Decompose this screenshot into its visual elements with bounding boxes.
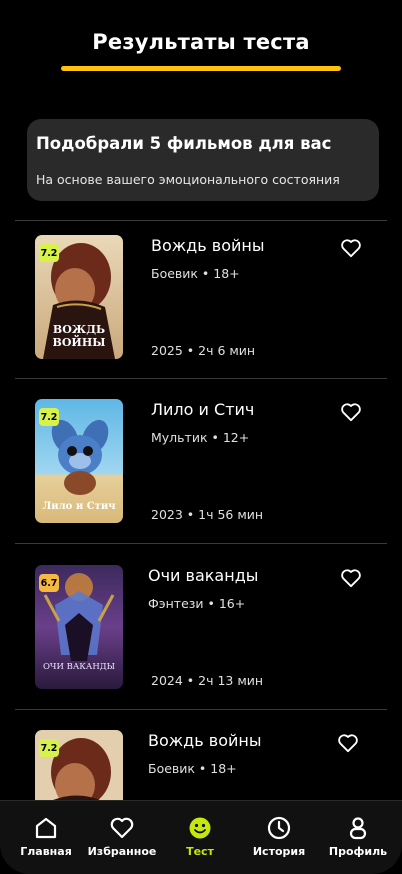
- heart-outline-icon[interactable]: [340, 402, 362, 422]
- divider: [15, 709, 387, 710]
- person-icon: [349, 817, 367, 840]
- results-screen: Результаты теста Подобрали 5 фильмов для…: [0, 0, 402, 874]
- svg-text:Лило и Стич: Лило и Стич: [42, 501, 115, 512]
- nav-label: Тест: [186, 845, 214, 858]
- nav-label: Избранное: [87, 845, 157, 858]
- summary-subtitle: На основе вашего эмоционального состояни…: [36, 172, 340, 187]
- rating-badge: 6.7: [39, 574, 59, 592]
- movie-meta: 2024 • 2ч 13 мин: [151, 673, 264, 688]
- title-underline: [61, 66, 341, 71]
- svg-text:ВОЙНЫ: ВОЙНЫ: [53, 334, 106, 349]
- movie-item[interactable]: ВОЖДЬ ВОЙНЫ 7.2 Вождь войны Боевик • 18+…: [0, 220, 402, 384]
- movie-title[interactable]: Вождь войны: [148, 731, 261, 750]
- nav-item-home[interactable]: Главная: [6, 815, 86, 858]
- nav-item-test[interactable]: Тест: [160, 815, 240, 858]
- summary-card: Подобрали 5 фильмов для вас На основе ва…: [27, 119, 379, 201]
- page-title: Результаты теста: [92, 30, 310, 54]
- home-icon: [35, 817, 57, 839]
- movie-title[interactable]: Вождь войны: [151, 236, 264, 255]
- movie-meta: 2023 • 1ч 56 мин: [151, 507, 264, 522]
- movie-title[interactable]: Лило и Стич: [151, 400, 254, 419]
- movie-poster[interactable]: Лило и Стич 7.2: [35, 399, 123, 523]
- divider: [15, 378, 387, 379]
- nav-label: Профиль: [328, 845, 388, 858]
- bottom-nav: Главная Избранное Тест История Профиль: [0, 800, 402, 874]
- movie-genre: Фэнтези • 16+: [148, 596, 246, 611]
- smiley-icon: [189, 817, 211, 839]
- rating-badge: 7.2: [39, 739, 59, 757]
- movie-genre: Боевик • 18+: [151, 266, 240, 281]
- heart-outline-icon[interactable]: [340, 238, 362, 258]
- movie-genre: Боевик • 18+: [148, 761, 237, 776]
- svg-text:ОЧИ ВАКАНДЫ: ОЧИ ВАКАНДЫ: [43, 662, 115, 672]
- nav-label: История: [252, 845, 306, 858]
- movie-meta: 2025 • 2ч 6 мин: [151, 343, 256, 358]
- heart-outline-icon[interactable]: [337, 733, 359, 753]
- rating-badge: 7.2: [39, 408, 59, 426]
- divider: [15, 543, 387, 544]
- heart-icon: [110, 817, 134, 839]
- movie-item[interactable]: Лило и Стич 7.2 Лило и Стич Мультик • 12…: [0, 384, 402, 548]
- heart-outline-icon[interactable]: [340, 568, 362, 588]
- nav-label: Главная: [20, 845, 72, 858]
- nav-item-history[interactable]: История: [239, 815, 319, 858]
- svg-text:ВОЖДЬ: ВОЖДЬ: [53, 323, 105, 336]
- nav-item-favorites[interactable]: Избранное: [82, 815, 162, 858]
- movie-poster[interactable]: ОЧИ ВАКАНДЫ 6.7: [35, 565, 123, 689]
- movie-title[interactable]: Очи ваканды: [148, 566, 258, 585]
- clock-icon: [267, 816, 291, 840]
- rating-badge: 7.2: [39, 244, 59, 262]
- movie-genre: Мультик • 12+: [151, 430, 250, 445]
- summary-title: Подобрали 5 фильмов для вас: [36, 134, 332, 153]
- movie-item[interactable]: ОЧИ ВАКАНДЫ 6.7 Очи ваканды Фэнтези • 16…: [0, 550, 402, 714]
- nav-item-profile[interactable]: Профиль: [318, 815, 398, 858]
- movie-poster[interactable]: ВОЖДЬ ВОЙНЫ 7.2: [35, 235, 123, 359]
